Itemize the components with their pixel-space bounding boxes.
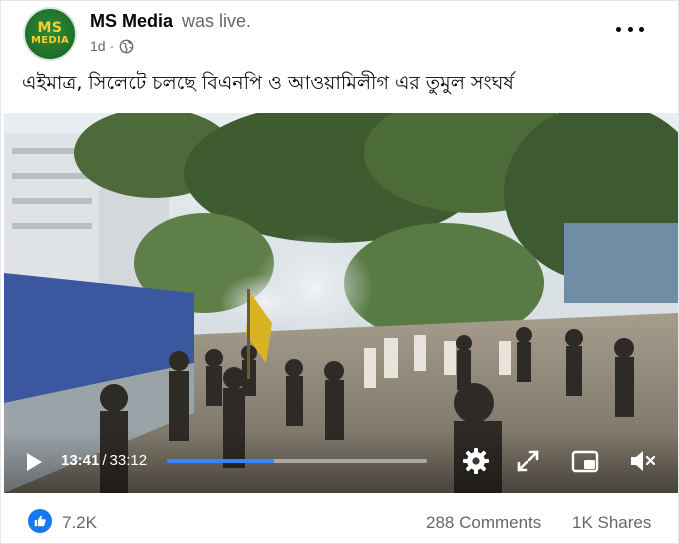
more-dot: [639, 26, 644, 32]
post-timestamp[interactable]: 1d: [90, 37, 106, 55]
post-card: MS MEDIA MS Media was live. 1d · এইমাত্র…: [0, 0, 679, 544]
reaction-count[interactable]: 7.2K: [62, 512, 97, 534]
like-thumb-icon[interactable]: [28, 509, 52, 533]
more-horizontal-icon: [616, 26, 621, 32]
picture-in-picture-icon[interactable]: [570, 446, 600, 476]
thumb-glyph: [34, 515, 46, 527]
video-player[interactable]: 13:41/33:12: [4, 113, 678, 493]
meta-separator: ·: [109, 38, 115, 54]
page-avatar[interactable]: MS MEDIA: [23, 7, 77, 61]
settings-gear-icon[interactable]: [461, 446, 491, 476]
progress-fill: [167, 459, 274, 463]
time-separator: /: [102, 452, 107, 469]
fullscreen-expand-icon[interactable]: [513, 446, 543, 476]
play-icon[interactable]: [23, 451, 45, 473]
video-controls: 13:41/33:12: [4, 431, 678, 493]
progress-bar[interactable]: [167, 459, 427, 463]
live-status-text: was live.: [182, 11, 252, 31]
post-message: এইমাত্র, সিলেটে চলছে বিএনপি ও আওয়ামিলীগ…: [22, 72, 514, 94]
current-time: 13:41: [61, 452, 100, 469]
more-dot: [627, 26, 633, 32]
shares-count-link[interactable]: 1K Shares: [572, 512, 651, 534]
post-meta: 1d ·: [90, 37, 134, 55]
comments-count-link[interactable]: 288 Comments: [426, 512, 541, 534]
volume-muted-icon[interactable]: [627, 446, 657, 476]
video-duration: 33:12: [109, 452, 148, 469]
post-header: MS Media was live.: [90, 10, 251, 32]
globe-icon[interactable]: [119, 39, 134, 54]
more-options-button[interactable]: [616, 21, 644, 37]
playback-time: 13:41/33:12: [61, 451, 147, 471]
avatar-text-line2: MEDIA: [30, 35, 70, 46]
avatar-text-line1: MS: [37, 20, 63, 36]
author-name[interactable]: MS Media: [90, 11, 173, 31]
